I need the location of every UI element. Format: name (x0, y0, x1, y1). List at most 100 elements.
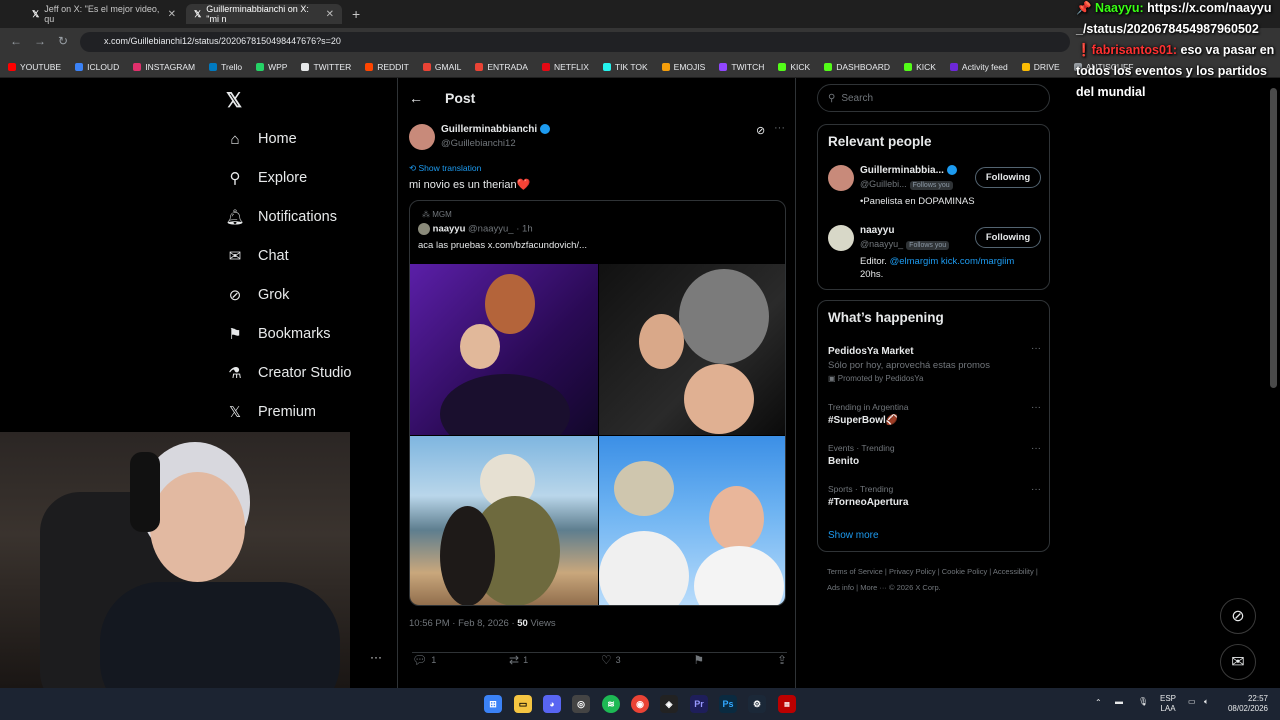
bookmark-item[interactable]: ICLOUD (75, 62, 119, 72)
share-button[interactable]: ⇪ (777, 653, 787, 667)
bio-link[interactable]: @elmargim kick.com/margiim (890, 256, 1015, 267)
person-naayyu[interactable]: naayyu @naayyu_ Follows you Editor. @elma… (828, 225, 1041, 285)
url-bar[interactable]: x.com/Guillebianchi12/status/20206781504… (80, 32, 1070, 52)
bookmark-favicon-icon (256, 62, 265, 71)
bookmark-item[interactable]: TWITTER (301, 62, 351, 72)
trend-item[interactable]: Trending in Argentina #SuperBowl🏈 ··· (828, 402, 1041, 426)
grok-fab-button[interactable]: ⊘ (1220, 598, 1256, 634)
person-name[interactable]: Guillerminabbia... (860, 165, 957, 176)
repost-button[interactable]: ⇄ 1 (509, 653, 528, 667)
chrome-icon[interactable]: ◉ (631, 695, 649, 713)
author-name[interactable]: Guillerminabbianchi (441, 124, 551, 135)
bookmark-item[interactable]: GMAIL (422, 62, 461, 72)
photo-4[interactable] (599, 436, 785, 605)
bookmark-item[interactable]: Trello (209, 62, 242, 72)
sidebar-item-home[interactable]: ⌂ Home (226, 130, 296, 148)
trend-item[interactable]: Events · Trending Benito ··· (828, 443, 1041, 467)
person-name[interactable]: naayyu (860, 225, 894, 236)
more-options-icon[interactable]: ··· (1031, 402, 1041, 413)
app-icon[interactable]: ◈ (660, 695, 678, 713)
search-input[interactable]: ⚲ Search (817, 84, 1050, 112)
sidebar-item-premium[interactable]: 𝕏 Premium (226, 403, 316, 421)
forward-icon[interactable]: → (34, 34, 46, 48)
back-arrow-icon[interactable]: ← (409, 90, 423, 106)
sidebar-item-grok[interactable]: ⊘ Grok (226, 286, 290, 304)
avatar[interactable] (409, 124, 435, 150)
following-button[interactable]: Following (975, 167, 1041, 188)
bookmark-item[interactable]: KICK (778, 62, 810, 72)
photo-1[interactable] (410, 264, 598, 435)
show-translation-link[interactable]: ⟲ Show translation (409, 163, 481, 174)
close-icon[interactable]: ✕ (326, 9, 334, 20)
obs-icon[interactable]: ◎ (572, 695, 590, 713)
post-timestamp[interactable]: 10:56 PM · Feb 8, 2026 · (409, 618, 517, 629)
close-icon[interactable]: ✕ (168, 9, 176, 20)
bookmark-item[interactable]: EMOJIS (661, 62, 705, 72)
x-logo-icon[interactable]: 𝕏 (226, 88, 242, 113)
flag-icon[interactable]: ▬ (1115, 697, 1123, 706)
new-tab-button[interactable]: + (344, 4, 364, 24)
more-options-icon[interactable]: ··· (1031, 343, 1041, 354)
trend-item[interactable]: Sports · Trending #TorneoApertura ··· (828, 484, 1041, 508)
language-indicator[interactable]: ESP LAA (1160, 694, 1176, 714)
bookmark-item[interactable]: NETFLIX (541, 62, 589, 72)
more-options-icon[interactable]: ··· (1031, 443, 1041, 454)
clock[interactable]: 22:57 08/02/2026 (1224, 694, 1268, 714)
bookmark-item[interactable]: Activity feed (949, 62, 1008, 72)
sidebar-item-creator-studio[interactable]: ⚗ Creator Studio (226, 364, 351, 382)
volume-icon[interactable]: 🔈︎ (1204, 697, 1209, 707)
reload-icon[interactable]: ↻ (58, 34, 68, 48)
more-options-icon[interactable]: ··· (774, 122, 785, 134)
avatar[interactable] (828, 165, 854, 191)
account-more-icon[interactable]: ··· (370, 650, 382, 664)
sidebar-item-notifications[interactable]: 🔔︎ Notifications (225, 208, 337, 226)
author-handle[interactable]: @Guillebianchi12 (441, 138, 516, 149)
show-more-link[interactable]: Show more (828, 530, 879, 541)
tab-jeff[interactable]: 𝕏 Jeff on X: "Es el mejor video, qu ✕ (24, 4, 184, 24)
tab-guillerminabbianchi[interactable]: 𝕏 Guillerminabbianchi on X: "mi n ✕ (186, 4, 342, 24)
avatar[interactable] (828, 225, 854, 251)
footer-links[interactable]: Terms of Service | Privacy Policy | Cook… (827, 564, 1047, 596)
bookmark-item[interactable]: YOUTUBE (8, 62, 61, 72)
trend-item[interactable]: PedidosYa Market Sólo por hoy, aprovechá… (828, 343, 1041, 383)
bookmark-item[interactable]: KICK (904, 62, 936, 72)
photoshop-icon[interactable]: Ps (719, 695, 737, 713)
file-explorer-icon[interactable]: ▭ (514, 695, 532, 713)
start-icon[interactable]: ⊞ (484, 695, 502, 713)
bookmark-item[interactable]: WPP (256, 62, 287, 72)
steam-icon[interactable]: ⚙ (748, 695, 766, 713)
reply-button[interactable]: 💬︎ 1 (412, 653, 436, 667)
premiere-icon[interactable]: Pr (690, 695, 708, 713)
bookmark-item[interactable]: ENTRADA (475, 62, 528, 72)
person-guillerminabbianchi[interactable]: Guillerminabbia... @Guillebi... Follows y… (828, 165, 1041, 215)
mic-icon[interactable]: 🎙︎ (1138, 697, 1148, 706)
sidebar-item-explore[interactable]: ⚲ Explore (226, 169, 308, 187)
sidebar-item-bookmarks[interactable]: ⚑ Bookmarks (226, 325, 330, 343)
back-icon[interactable]: ← (10, 34, 22, 48)
app-icon[interactable]: ▤ (778, 695, 796, 713)
bookmark-item[interactable]: TIK TOK (602, 62, 648, 72)
bookmark-item[interactable]: INSTAGRAM (133, 62, 195, 72)
bookmark-item[interactable]: DRIVE (1021, 62, 1060, 72)
messages-fab-button[interactable]: ✉ (1220, 644, 1256, 680)
community-label[interactable]: ⁂ MGM (422, 210, 452, 219)
photo-3[interactable] (410, 436, 598, 605)
bookmark-item[interactable]: TWITCH (719, 62, 764, 72)
network-icon[interactable]: ▭ (1188, 697, 1196, 706)
spotify-icon[interactable]: ≋ (602, 695, 620, 713)
bookmark-button[interactable]: ⚑ (693, 653, 704, 667)
panel-title: Relevant people (828, 134, 932, 149)
tray-chevron-icon[interactable]: ⌃ (1095, 698, 1102, 707)
quoted-post[interactable]: ⁂ MGM naayyu @naayyu_ · 1h aca las prueb… (409, 200, 786, 606)
discord-icon[interactable]: ◕ (543, 695, 561, 713)
quoted-author[interactable]: naayyu @naayyu_ · 1h (418, 223, 533, 235)
like-button[interactable]: ♡ 3 (601, 653, 621, 667)
grok-icon[interactable]: ⊘ (756, 124, 765, 137)
bookmark-item[interactable]: DASHBOARD (824, 62, 890, 72)
more-options-icon[interactable]: ··· (1031, 484, 1041, 495)
following-button[interactable]: Following (975, 227, 1041, 248)
sidebar-item-chat[interactable]: ✉ Chat (226, 247, 289, 265)
scrollbar[interactable] (1270, 88, 1277, 388)
photo-2[interactable] (599, 264, 785, 435)
bookmark-item[interactable]: REDDIT (365, 62, 409, 72)
